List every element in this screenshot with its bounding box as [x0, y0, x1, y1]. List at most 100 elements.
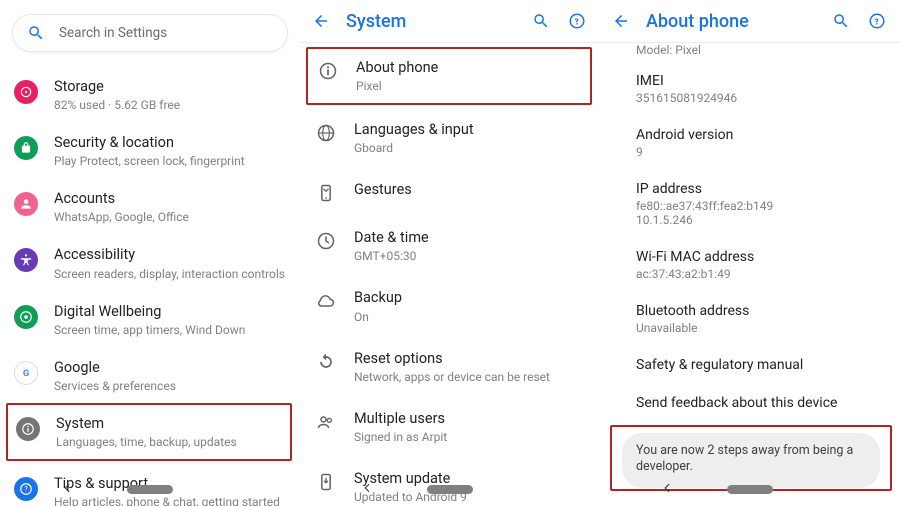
settings-item-system[interactable]: System Languages, time, backup, updates: [6, 403, 292, 461]
nav-bar: [0, 476, 300, 506]
item-title: Google: [54, 359, 176, 377]
item-sub: WhatsApp, Google, Office: [54, 210, 189, 224]
item-title: About phone: [356, 59, 438, 77]
wellbeing-icon: [14, 305, 38, 329]
info-icon: [16, 417, 40, 441]
reset-icon: [316, 352, 336, 372]
nav-home-pill[interactable]: [127, 485, 173, 494]
search-button[interactable]: [530, 10, 552, 32]
help-button[interactable]: [566, 10, 588, 32]
search-input[interactable]: Search in Settings: [12, 14, 288, 52]
item-title: Languages & input: [354, 121, 474, 139]
system-item-about-phone[interactable]: About phone Pixel: [306, 47, 592, 105]
page-title: About phone: [646, 11, 749, 32]
about-item-ip-address[interactable]: IP addressfe80::ae37:43ff:fea2:b14910.1.…: [600, 171, 900, 239]
globe-icon: [316, 123, 336, 143]
item-value: 351615081924946: [636, 91, 880, 105]
model-sub: Model: Pixel: [636, 43, 880, 57]
settings-item-accounts[interactable]: Accounts WhatsApp, Google, Office: [0, 178, 300, 234]
settings-item-digital-wellbeing[interactable]: Digital Wellbeing Screen time, app timers…: [0, 291, 300, 347]
system-item-reset-options[interactable]: Reset options Network, apps or device can…: [300, 336, 600, 396]
nav-back-button[interactable]: [360, 480, 374, 499]
item-title: Reset options: [354, 350, 550, 368]
item-sub: Signed in as Arpit: [354, 430, 447, 444]
about-phone-panel: About phone Model: Pixel IMEI 35161508192…: [600, 0, 900, 506]
item-value: 9: [636, 145, 880, 159]
settings-panel: Search in Settings Storage 82% used · 5.6…: [0, 0, 300, 506]
settings-item-storage[interactable]: Storage 82% used · 5.62 GB free: [0, 66, 300, 122]
item-sub: Network, apps or device can be reset: [354, 370, 550, 384]
item-title: System: [56, 415, 237, 433]
about-item-send-feedback-about-this-device[interactable]: Send feedback about this device: [600, 385, 900, 423]
item-label: Safety & regulatory manual: [636, 357, 880, 373]
nav-home-pill[interactable]: [727, 485, 773, 494]
about-item-bluetooth-address[interactable]: Bluetooth address Unavailable: [600, 293, 900, 347]
appbar: About phone: [600, 0, 900, 42]
item-sub: Languages, time, backup, updates: [56, 435, 237, 449]
item-sub: Services & preferences: [54, 379, 176, 393]
back-button[interactable]: [612, 12, 630, 30]
nav-back-button[interactable]: [60, 480, 74, 499]
about-item-safety-regulatory-manual[interactable]: Safety & regulatory manual: [600, 347, 900, 385]
accessibility-icon: [14, 248, 38, 272]
disc-icon: [14, 80, 38, 104]
item-title: Multiple users: [354, 410, 447, 428]
item-sub: Play Protect, screen lock, fingerprint: [54, 154, 245, 168]
item-sub: Screen time, app timers, Wind Down: [54, 323, 245, 337]
item-title: Accessibility: [54, 246, 285, 264]
search-icon: [27, 24, 45, 42]
item-title: Accounts: [54, 190, 189, 208]
svg-text:G: G: [23, 368, 29, 379]
gesture-icon: [316, 183, 336, 203]
settings-item-accessibility[interactable]: Accessibility Screen readers, display, in…: [0, 234, 300, 290]
item-value: fe80::ae37:43ff:fea2:b149: [636, 199, 880, 213]
system-item-gestures[interactable]: Gestures: [300, 167, 600, 215]
nav-bar: [300, 476, 600, 506]
item-value: Unavailable: [636, 321, 880, 335]
settings-item-google[interactable]: G Google Services & preferences: [0, 347, 300, 403]
about-item-android-version[interactable]: Android version 9: [600, 117, 900, 171]
system-item-backup[interactable]: Backup On: [300, 275, 600, 335]
info-outline-icon: [318, 61, 338, 81]
back-button[interactable]: [312, 12, 330, 30]
nav-back-button[interactable]: [660, 480, 674, 499]
item-label: Android version: [636, 127, 880, 143]
item-value-2: 10.1.5.246: [636, 213, 880, 227]
about-item-wi-fi-mac-address[interactable]: Wi-Fi MAC address ac:37:43:a2:b1:49: [600, 239, 900, 293]
system-panel: System About phone Pixel Languages & input…: [300, 0, 600, 506]
item-title: Digital Wellbeing: [54, 303, 245, 321]
item-label: IMEI: [636, 73, 880, 89]
system-item-multiple-users[interactable]: Multiple users Signed in as Arpit: [300, 396, 600, 456]
page-title: System: [346, 11, 406, 32]
item-title: Security & location: [54, 134, 245, 152]
item-label: Bluetooth address: [636, 303, 880, 319]
item-title: Date & time: [354, 229, 429, 247]
lock-icon: [14, 136, 38, 160]
item-sub: Gboard: [354, 141, 474, 155]
item-title: Backup: [354, 289, 402, 307]
nav-home-pill[interactable]: [427, 485, 473, 494]
search-button[interactable]: [830, 10, 852, 32]
google-icon: G: [14, 361, 38, 385]
item-sub: On: [354, 310, 402, 324]
settings-item-security-location[interactable]: Security & location Play Protect, screen …: [0, 122, 300, 178]
users-icon: [316, 412, 336, 432]
item-sub: Pixel: [356, 79, 438, 93]
item-sub: 82% used · 5.62 GB free: [54, 98, 180, 112]
item-label: Wi-Fi MAC address: [636, 249, 880, 265]
item-label: IP address: [636, 181, 880, 197]
appbar: System: [300, 0, 600, 42]
system-item-languages-input[interactable]: Languages & input Gboard: [300, 107, 600, 167]
clock-icon: [316, 231, 336, 251]
item-title: Storage: [54, 78, 180, 96]
cloud-icon: [316, 291, 336, 311]
system-item-date-time[interactable]: Date & timeGMT+05:30: [300, 215, 600, 275]
person-icon: [14, 192, 38, 216]
item-label: Send feedback about this device: [636, 395, 880, 411]
item-title: Gestures: [354, 181, 412, 199]
search-placeholder: Search in Settings: [59, 25, 167, 41]
item-value: ac:37:43:a2:b1:49: [636, 267, 880, 281]
item-sub: Screen readers, display, interaction con…: [54, 267, 285, 281]
help-button[interactable]: [866, 10, 888, 32]
about-item-imei[interactable]: IMEI 351615081924946: [600, 63, 900, 117]
